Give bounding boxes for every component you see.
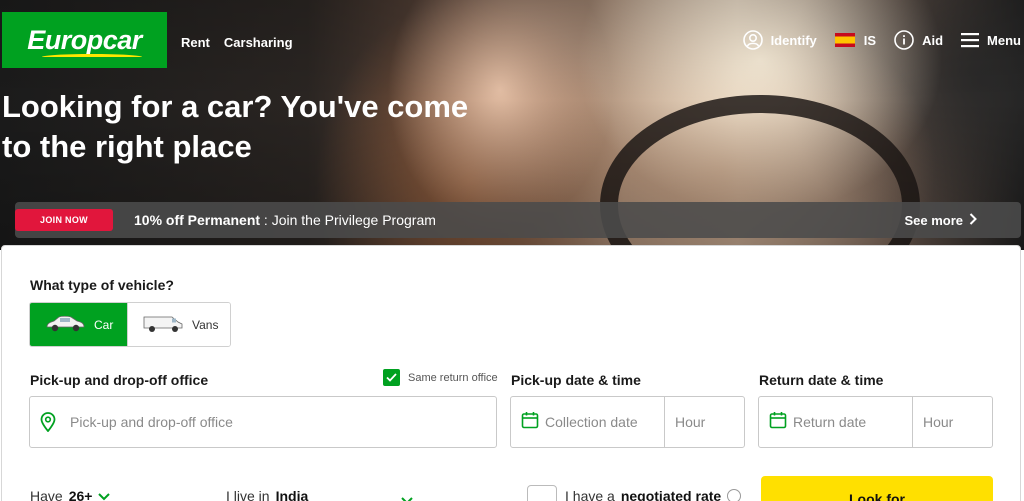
headline-line-2: to the right place xyxy=(2,129,252,164)
vehicle-type-label: What type of vehicle? xyxy=(30,277,174,293)
identify-label: Identify xyxy=(770,32,817,48)
same-return-office-checkbox[interactable]: Same return office xyxy=(383,369,498,386)
language-label: IS xyxy=(863,32,877,48)
look-for-label: Look for xyxy=(849,491,905,501)
nav-link-carsharing[interactable]: Carsharing xyxy=(224,35,293,50)
car-icon xyxy=(44,313,86,336)
logo-text: Europcar xyxy=(27,24,142,55)
menu-label: Menu xyxy=(987,32,1021,48)
pickup-office-input[interactable]: Pick-up and drop-off office xyxy=(29,396,497,448)
aid-link[interactable]: Aid xyxy=(894,30,943,50)
hero-headline: Looking for a car? You've come to the ri… xyxy=(2,87,522,167)
negotiated-rate-label: I have a negotiated rate xyxy=(565,488,742,501)
return-hour-input[interactable]: Hour xyxy=(912,397,992,447)
promo-banner: JOIN NOW 10% off Permanent : Join the Pr… xyxy=(15,202,1021,238)
spain-flag-icon xyxy=(834,33,855,47)
pickup-office-label: Pick-up and drop-off office xyxy=(30,372,209,388)
pickup-office-placeholder: Pick-up and drop-off office xyxy=(70,414,233,430)
return-hour-placeholder: Hour xyxy=(923,414,954,430)
pickup-hour-input[interactable]: Hour xyxy=(664,397,744,447)
return-date-input[interactable]: Return date xyxy=(759,397,912,447)
chevron-right-icon xyxy=(969,212,977,228)
chevron-down-icon[interactable] xyxy=(401,492,413,501)
van-icon xyxy=(142,313,184,336)
promo-text: 10% off Permanent : Join the Privilege P… xyxy=(134,212,436,228)
language-selector[interactable]: IS xyxy=(834,32,877,48)
checkmark-icon xyxy=(383,369,400,386)
live-in-prefix: I live in xyxy=(226,488,270,501)
nav-link-rent[interactable]: Rent xyxy=(181,35,210,50)
negotiated-rate-checkbox[interactable] xyxy=(527,485,557,501)
return-datetime-field: Return date Hour xyxy=(758,396,993,448)
age-selector[interactable]: Have 26+ xyxy=(30,488,111,501)
vehicle-option-car-label: Car xyxy=(94,317,114,332)
user-icon xyxy=(742,30,763,50)
vehicle-option-vans-label: Vans xyxy=(192,317,219,332)
vehicle-option-car[interactable]: Car xyxy=(30,303,127,346)
age-prefix: Have xyxy=(30,488,63,501)
negotiated-prefix: I have a xyxy=(565,488,615,501)
location-pin-icon xyxy=(40,412,56,432)
vehicle-option-vans[interactable]: Vans xyxy=(127,303,230,346)
look-for-button[interactable]: Look for xyxy=(761,476,993,501)
live-in-value: India xyxy=(275,488,309,501)
aid-label: Aid xyxy=(922,32,944,48)
country-selector[interactable]: I live in India xyxy=(226,488,308,501)
age-value: 26+ xyxy=(68,488,93,501)
logo-swoosh-icon xyxy=(42,54,142,60)
see-more-label: See more xyxy=(904,212,963,228)
identify-link[interactable]: Identify xyxy=(742,30,817,50)
see-more-link[interactable]: See more xyxy=(904,213,977,228)
primary-nav: Rent Carsharing xyxy=(181,35,293,50)
headline-line-1: Looking for a car? You've come xyxy=(2,89,469,124)
menu-button[interactable]: Menu xyxy=(961,32,1021,48)
info-icon[interactable] xyxy=(727,489,742,501)
promo-bold-text: 10% off Permanent xyxy=(134,212,261,228)
collection-date-placeholder: Collection date xyxy=(545,414,638,430)
collection-date-input[interactable]: Collection date xyxy=(511,397,664,447)
info-icon xyxy=(894,30,914,50)
vehicle-type-toggle: Car Vans xyxy=(29,302,231,347)
hamburger-icon xyxy=(961,32,980,48)
europcar-logo[interactable]: Europcar xyxy=(2,12,167,68)
secondary-nav: Identify IS Aid Menu xyxy=(742,28,1024,52)
pickup-datetime-field: Collection date Hour xyxy=(510,396,745,448)
join-now-button[interactable]: JOIN NOW xyxy=(15,209,113,231)
calendar-icon xyxy=(521,411,539,434)
promo-description: : Join the Privilege Program xyxy=(260,212,436,228)
return-datetime-label: Return date & time xyxy=(759,372,884,388)
return-date-placeholder: Return date xyxy=(793,414,867,430)
chevron-down-icon xyxy=(98,488,111,501)
pickup-datetime-label: Pick-up date & time xyxy=(511,372,641,388)
pickup-hour-placeholder: Hour xyxy=(675,414,706,430)
calendar-icon xyxy=(769,411,787,434)
negotiated-bold: negotiated rate xyxy=(620,488,722,501)
same-return-office-label: Same return office xyxy=(408,371,498,384)
